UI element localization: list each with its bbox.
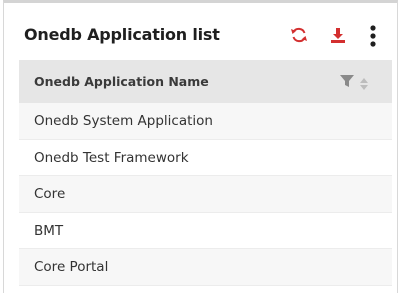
download-icon[interactable] [328,25,350,47]
column-header-application-name[interactable]: Onedb Application Name [34,74,209,89]
table-cell-application-name: Onedb System Application [34,113,213,129]
table-row[interactable]: Onedb Test Framework [19,139,392,176]
application-table: Onedb Application Name Onedb System Appl… [19,60,392,286]
table-row[interactable]: Onedb System Application [19,103,392,140]
panel-header: Onedb Application list [4,3,397,60]
table-cell-application-name: Core Portal [34,259,109,275]
application-list-panel: Onedb Application list Onedb Application… [3,0,398,293]
refresh-icon[interactable] [289,25,311,47]
table-body: Onedb System Application Onedb Test Fram… [19,103,392,286]
table-cell-application-name: BMT [34,222,64,239]
more-vertical-icon[interactable] [362,23,384,47]
table-header: Onedb Application Name [19,60,392,103]
panel-title: Onedb Application list [24,25,220,44]
sort-icon[interactable] [360,75,368,90]
filter-icon[interactable] [339,73,355,89]
table-cell-application-name: Core [34,186,66,202]
table-row[interactable]: Core Portal [19,249,392,286]
table-cell-application-name: Onedb Test Framework [34,149,189,166]
table-row[interactable]: Core [19,176,392,213]
table-row[interactable]: BMT [19,212,392,249]
